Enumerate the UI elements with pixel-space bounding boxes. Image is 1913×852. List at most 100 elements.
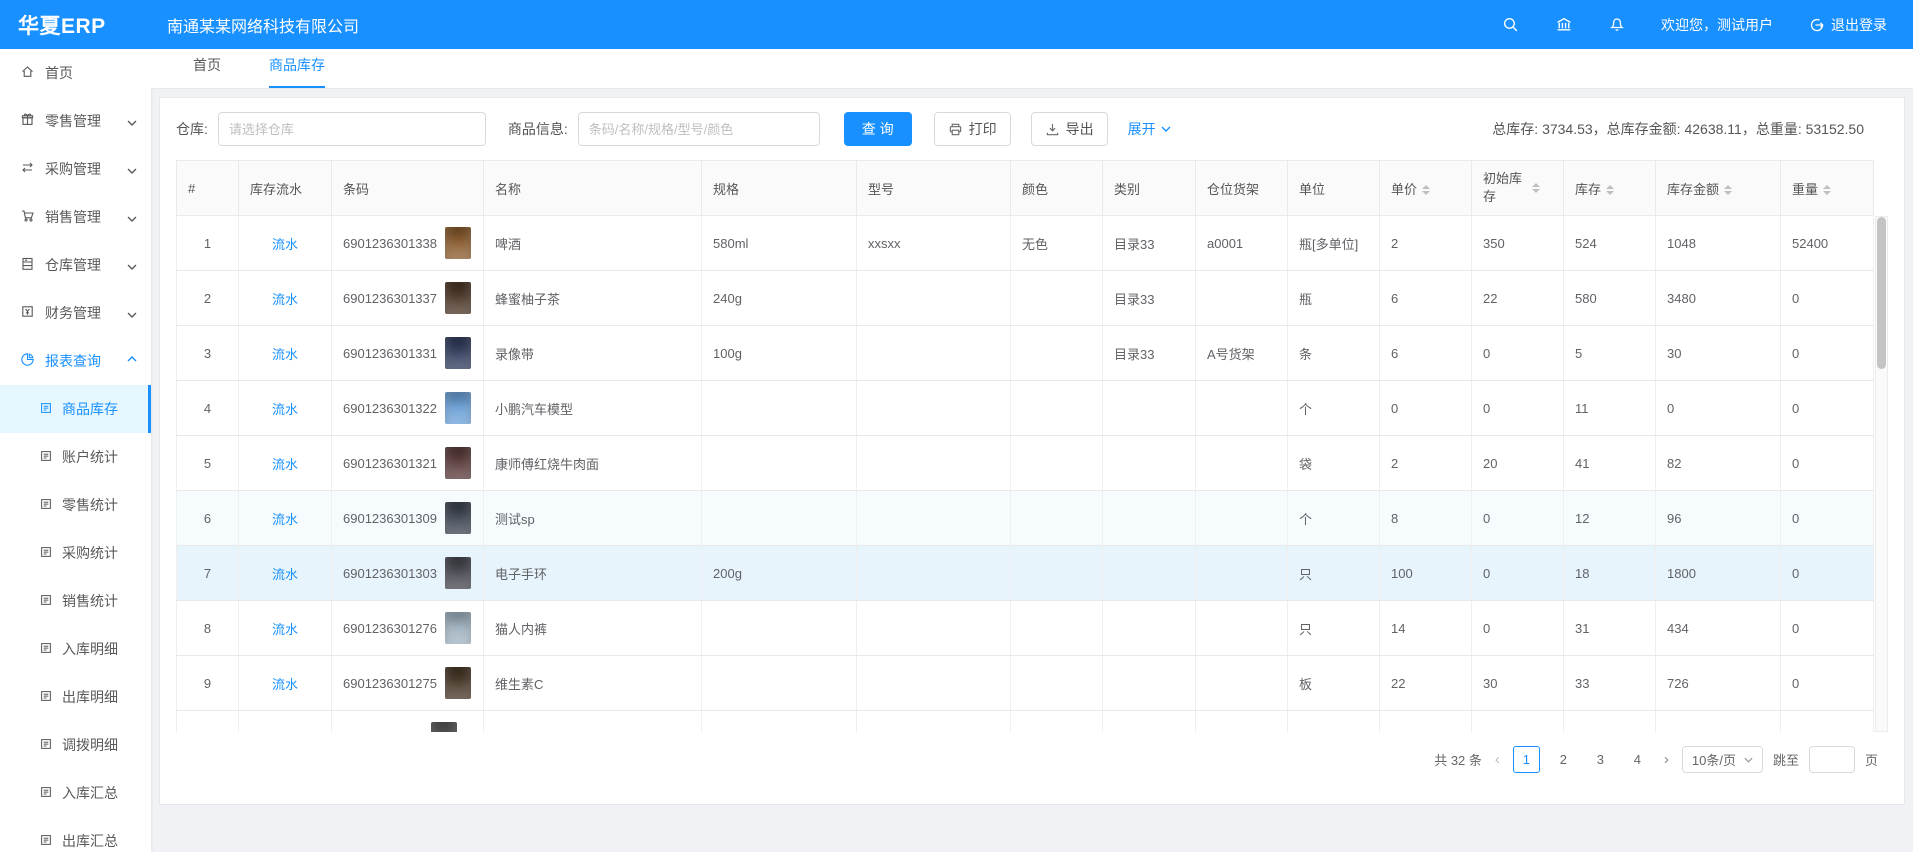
product-image — [445, 392, 471, 424]
report-doc-icon — [39, 497, 53, 514]
sidebar-subitem[interactable]: 商品库存 — [0, 385, 151, 433]
stock-flow-link[interactable]: 流水 — [272, 677, 298, 692]
stock-flow-link[interactable]: 流水 — [272, 292, 298, 307]
page-number[interactable]: 1 — [1513, 746, 1540, 773]
product-info-input[interactable] — [578, 112, 820, 146]
jump-page-input[interactable] — [1809, 746, 1855, 773]
barcode-value: 69012363012 — [343, 731, 423, 733]
price-cell: 22 — [1380, 656, 1472, 711]
sidebar-item-label: 仓库管理 — [45, 255, 101, 275]
page-number[interactable]: 3 — [1587, 746, 1614, 773]
init-stock-cell: 0 — [1472, 546, 1564, 601]
chevron-down-icon — [127, 161, 137, 177]
sidebar-subitem[interactable]: 账户统计 — [0, 433, 151, 481]
chevron-down-icon — [127, 353, 137, 369]
init-stock-cell: 350 — [1472, 216, 1564, 271]
scrollbar-thumb[interactable] — [1877, 217, 1886, 369]
model-cell — [857, 656, 1011, 711]
tab[interactable]: 商品库存 — [269, 55, 325, 88]
sidebar-subitem-label: 入库明细 — [62, 639, 118, 659]
purchase-icon — [20, 160, 35, 178]
stock-flow-link[interactable]: 流水 — [272, 402, 298, 417]
sidebar-item[interactable]: 财务管理 — [0, 289, 151, 337]
init-stock-cell: 0 — [1472, 326, 1564, 381]
category-cell: 目录33 — [1103, 216, 1196, 271]
shelf-cell: A号货架 — [1196, 326, 1288, 381]
search-icon[interactable] — [1502, 16, 1519, 33]
column-header: 重量 — [1781, 161, 1874, 216]
category-cell — [1103, 436, 1196, 491]
sidebar-item[interactable]: 报表查询 — [0, 337, 151, 385]
sort-carets[interactable] — [1606, 185, 1614, 195]
sort-carets[interactable] — [1422, 185, 1430, 195]
sort-carets[interactable] — [1823, 185, 1831, 195]
sidebar-subitem[interactable]: 零售统计 — [0, 481, 151, 529]
page-number[interactable]: 2 — [1550, 746, 1577, 773]
bell-icon[interactable] — [1609, 16, 1625, 33]
category-cell: 目录33 — [1103, 271, 1196, 326]
prev-page-button[interactable]: ‹ — [1492, 751, 1503, 768]
row-index: 3 — [177, 326, 239, 381]
table-scrollbar[interactable] — [1875, 216, 1888, 732]
category-cell — [1103, 491, 1196, 546]
warehouse-icon — [20, 256, 35, 274]
barcode-value: 6901236301338 — [343, 236, 437, 251]
stock-flow-link[interactable]: 流水 — [272, 457, 298, 472]
table-row: 8 流水 6901236301276 猫人内裤 — [177, 601, 1874, 656]
unit-cell: 袋 — [1288, 436, 1380, 491]
stock-flow-link[interactable]: 流水 — [272, 347, 298, 362]
bank-icon[interactable] — [1555, 16, 1573, 33]
expand-toggle[interactable]: 展开 — [1128, 119, 1171, 139]
stock-flow-link[interactable]: 流水 — [272, 622, 298, 637]
tab[interactable]: 首页 — [193, 55, 221, 88]
amount-cell: 82 — [1656, 436, 1781, 491]
next-page-button[interactable]: › — [1661, 751, 1672, 768]
color-cell — [1011, 436, 1103, 491]
stock-cell: 5 — [1564, 326, 1656, 381]
sort-carets[interactable] — [1724, 185, 1732, 195]
product-image — [445, 282, 471, 314]
report-doc-icon — [39, 449, 53, 466]
sidebar-item-label: 首页 — [45, 63, 73, 83]
table-row: 2 流水 6901236301337 蜂蜜柚子茶 240g — [177, 271, 1874, 326]
unit-cell: 只 — [1288, 601, 1380, 656]
stock-flow-link[interactable]: 流水 — [272, 567, 298, 582]
page-number[interactable]: 4 — [1624, 746, 1651, 773]
product-name — [484, 711, 702, 733]
sidebar-subitem[interactable]: 调拨明细 — [0, 721, 151, 769]
stock-flow-link[interactable]: 流水 — [272, 237, 298, 252]
category-cell — [1103, 381, 1196, 436]
stock-flow-link[interactable]: 流水 — [272, 732, 298, 733]
tab-bar: 首页 商品库存 — [151, 49, 1913, 89]
warehouse-select[interactable] — [218, 112, 486, 146]
page-size-select[interactable]: 10条/页 — [1682, 746, 1763, 773]
row-index: 7 — [177, 546, 239, 601]
sidebar-item[interactable]: 零售管理 — [0, 97, 151, 145]
sidebar-item[interactable]: 首页 — [0, 49, 151, 97]
sidebar-subitem[interactable]: 出库汇总 — [0, 817, 151, 852]
stock-cell: 33 — [1564, 656, 1656, 711]
sidebar-subitem[interactable]: 采购统计 — [0, 529, 151, 577]
sidebar-subitem[interactable]: 销售统计 — [0, 577, 151, 625]
search-button[interactable]: 查 询 — [844, 112, 912, 146]
column-header: 仓位货架 — [1196, 161, 1288, 216]
product-info-label: 商品信息: — [508, 119, 568, 139]
row-index: 1 — [177, 216, 239, 271]
amount-cell: 1800 — [1656, 546, 1781, 601]
stock-flow-link[interactable]: 流水 — [272, 512, 298, 527]
sort-carets[interactable] — [1532, 183, 1540, 193]
init-stock-cell: 0 — [1472, 381, 1564, 436]
sidebar-subitem[interactable]: 出库明细 — [0, 673, 151, 721]
color-cell — [1011, 601, 1103, 656]
sidebar-subitem[interactable]: 入库明细 — [0, 625, 151, 673]
sidebar-item[interactable]: 采购管理 — [0, 145, 151, 193]
sidebar-item[interactable]: 仓库管理 — [0, 241, 151, 289]
report-doc-icon — [39, 401, 53, 418]
sidebar-subitem[interactable]: 入库汇总 — [0, 769, 151, 817]
logout-button[interactable]: 退出登录 — [1809, 15, 1887, 35]
column-header: # — [177, 161, 239, 216]
export-button[interactable]: 导出 — [1031, 112, 1108, 146]
home-icon — [20, 64, 35, 82]
sidebar-item[interactable]: 销售管理 — [0, 193, 151, 241]
print-button[interactable]: 打印 — [934, 112, 1011, 146]
